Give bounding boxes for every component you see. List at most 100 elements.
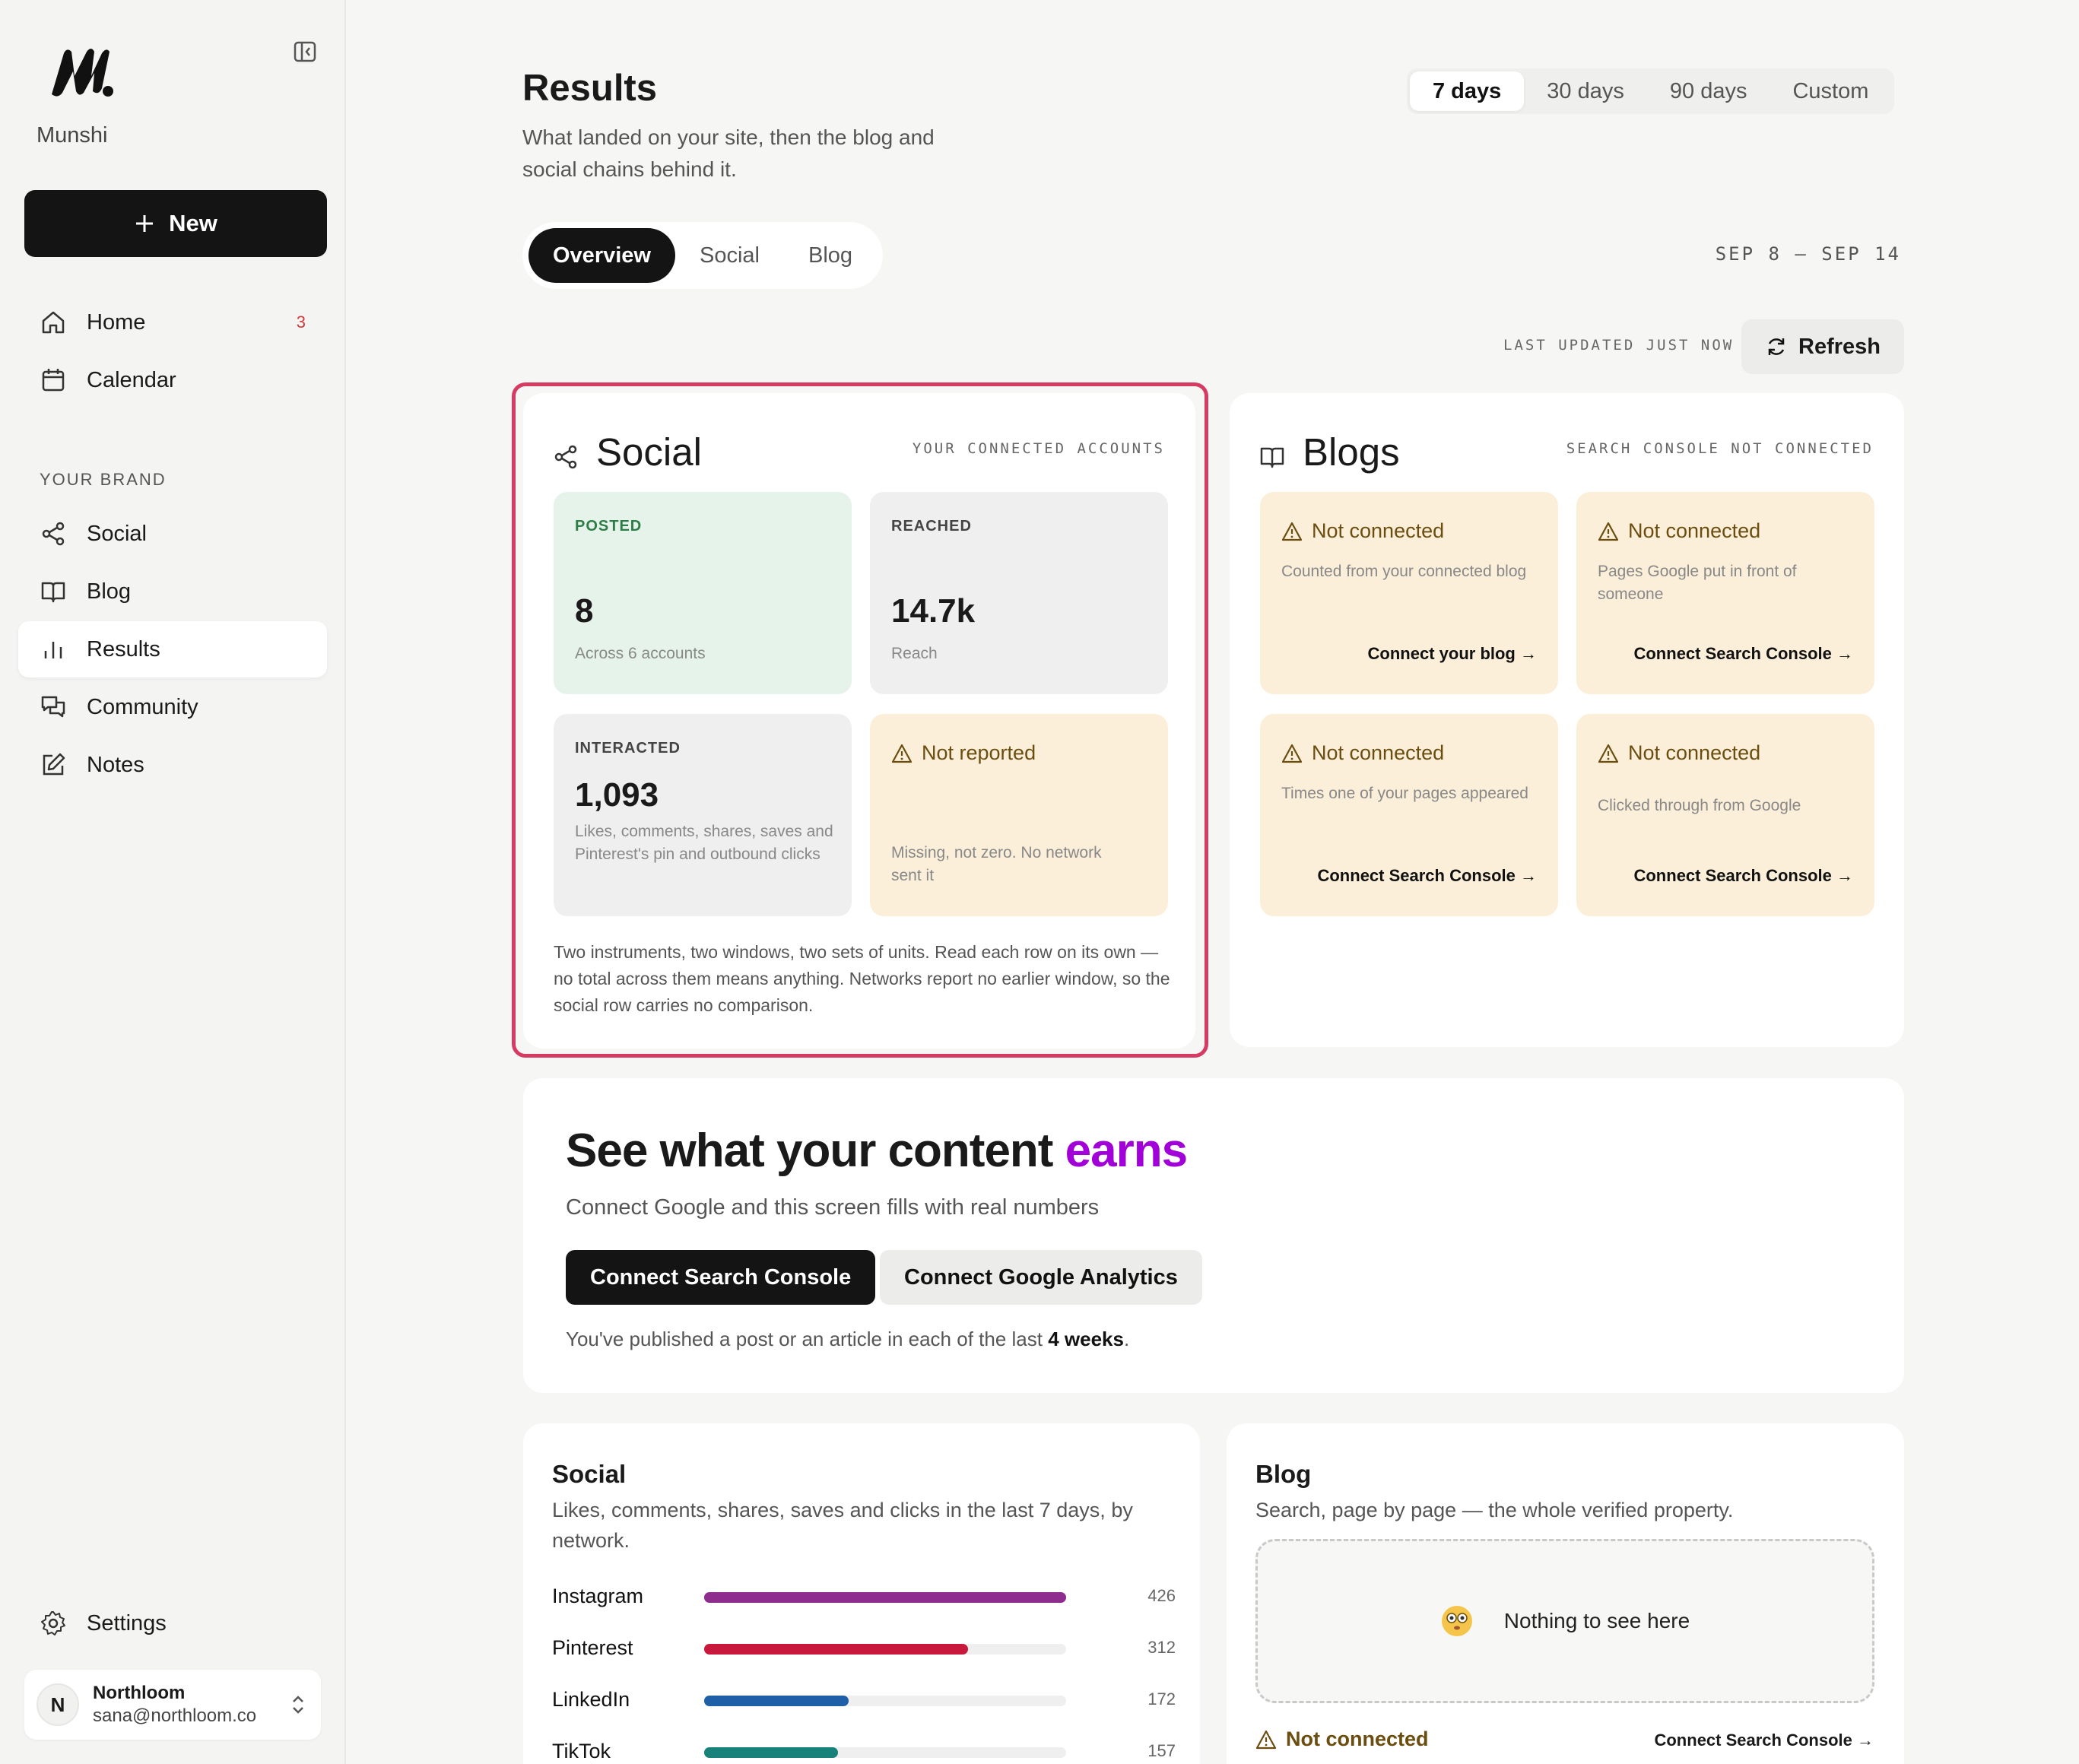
section-label: YOUR BRAND [40,470,167,489]
social-breakdown-desc: Likes, comments, shares, saves and click… [552,1499,1133,1552]
munshi-logo-icon [52,49,113,97]
view-tabs: Overview Social Blog [522,222,884,289]
blogs-card-meta: SEARCH CONSOLE NOT CONNECTED [1566,440,1874,457]
face-emoji-icon [1441,1606,1472,1636]
main-content: Results What landed on your site, then t… [346,0,2079,1764]
network-value: 312 [1147,1638,1176,1657]
plus-icon [136,215,154,232]
tab-social[interactable]: Social [675,228,784,283]
warning-text: Not connected [1628,519,1761,542]
earn-title-accent: earns [1065,1125,1188,1177]
refresh-icon [1768,338,1785,355]
account-switcher[interactable]: N Northloom sana@northloom.co [24,1670,321,1740]
sidebar-item-calendar[interactable]: Calendar [18,352,327,408]
tab-blog[interactable]: Blog [784,228,877,283]
bar-track [704,1747,1066,1758]
sidebar-item-label: Results [87,636,160,662]
connect-search-console-link[interactable]: Connect Search Console → [1654,1731,1874,1750]
blogs-summary-card: Blogs SEARCH CONSOLE NOT CONNECTED Not c… [1230,393,1904,1047]
connect-blog-link[interactable]: Connect your blog → [1368,644,1537,664]
warning-text: Not connected [1628,741,1761,764]
blog-tile: Not connected Clicked through from Googl… [1576,714,1874,916]
warning-row: Not connected [1598,741,1760,765]
tab-overview[interactable]: Overview [528,228,675,283]
refresh-label: Refresh [1798,334,1881,359]
blog-breakdown-title: Blog [1255,1460,1312,1488]
sidebar-item-label: Home [87,309,146,335]
sidebar-item-label: Notes [87,752,144,777]
sidebar-item-community[interactable]: Community [18,679,327,735]
sidebar-item-results[interactable]: Results [18,621,327,677]
warning-row: Not connected [1281,519,1444,543]
chat-icon [41,696,65,718]
gear-icon [41,1611,65,1636]
empty-state-text: Nothing to see here [1503,1609,1690,1632]
brand-name: Munshi [37,123,108,148]
publishing-streak: You've published a post or an article in… [566,1328,1129,1351]
connect-google-analytics-button[interactable]: Connect Google Analytics [880,1250,1202,1305]
range-7-days[interactable]: 7 days [1410,71,1525,111]
sidebar: Munshi New Home 3 Calendar YOUR BRAND So… [0,0,346,1764]
network-value: 426 [1147,1586,1176,1605]
streak-count: 4 weeks [1048,1328,1124,1350]
network-bar-row: Pinterest 312 [552,1633,1176,1664]
sidebar-item-social[interactable]: Social [18,506,327,562]
sidebar-item-label: Calendar [87,367,176,392]
book-icon [1260,447,1284,468]
network-bar-row: Instagram 426 [552,1582,1176,1612]
warning-text: Not connected [1312,519,1445,542]
blog-tile: Not connected Counted from your connecte… [1260,492,1558,694]
tile-note: Clicked through from Google [1598,797,1801,814]
bar-fill [704,1747,838,1758]
collapse-sidebar-icon[interactable] [293,40,317,64]
warning-icon [1281,522,1303,541]
account-email: sana@northloom.co [93,1705,257,1726]
bar-fill [704,1592,1066,1603]
date-range-selector: 7 days 30 days 90 days Custom [1407,68,1895,114]
sidebar-item-label: Community [87,694,198,719]
streak-suffix: . [1123,1328,1130,1350]
warning-icon [1598,744,1619,763]
network-bar-row: LinkedIn 172 [552,1685,1176,1715]
network-name: LinkedIn [552,1688,630,1711]
blog-tile: Not connected Times one of your pages ap… [1260,714,1558,916]
account-name: Northloom [93,1683,186,1703]
book-icon [41,582,65,603]
connect-search-console-link[interactable]: Connect Search Console → [1317,866,1537,886]
sidebar-item-blog[interactable]: Blog [18,563,327,620]
warning-icon [1598,522,1619,541]
page-title: Results [522,68,658,109]
earn-title: See what your content earns [566,1124,1188,1178]
home-icon [42,311,65,334]
network-value: 172 [1147,1689,1176,1708]
blogs-card-title: Blogs [1303,430,1400,474]
bar-track [704,1644,1066,1655]
connect-search-console-link[interactable]: Connect Search Console → [1633,866,1853,886]
blog-breakdown-card: Blog Search, page by page — the whole ve… [1227,1423,1904,1764]
network-bar-row: TikTok 157 [552,1737,1176,1764]
range-30-days[interactable]: 30 days [1524,71,1647,111]
new-button[interactable]: New [24,190,327,257]
range-90-days[interactable]: 90 days [1647,71,1770,111]
blog-tile: Not connected Pages Google put in front … [1576,492,1874,694]
social-breakdown-title: Social [552,1460,627,1488]
warning-text: Not connected [1312,741,1445,764]
refresh-button[interactable]: Refresh [1741,319,1904,374]
social-breakdown-card: Social Likes, comments, shares, saves an… [523,1423,1200,1764]
sidebar-item-label: Social [87,521,147,546]
warning-row: Not connected [1598,519,1760,543]
empty-state: Nothing to see here [1255,1539,1874,1703]
edit-icon [43,753,65,776]
range-custom[interactable]: Custom [1770,71,1891,111]
blog-breakdown-desc: Search, page by page — the whole verifie… [1255,1499,1734,1521]
sidebar-item-notes[interactable]: Notes [18,737,327,793]
network-value: 157 [1147,1741,1176,1760]
tile-note: Times one of your pages appeared [1281,785,1528,802]
connect-search-console-button[interactable]: Connect Search Console [566,1250,876,1305]
warning-icon [1281,744,1303,763]
connect-search-console-link[interactable]: Connect Search Console → [1633,644,1853,664]
sidebar-item-home[interactable]: Home 3 [18,294,327,351]
bar-fill [704,1644,968,1655]
blog-status: Not connected [1255,1728,1429,1751]
sidebar-item-settings[interactable]: Settings [18,1595,327,1651]
